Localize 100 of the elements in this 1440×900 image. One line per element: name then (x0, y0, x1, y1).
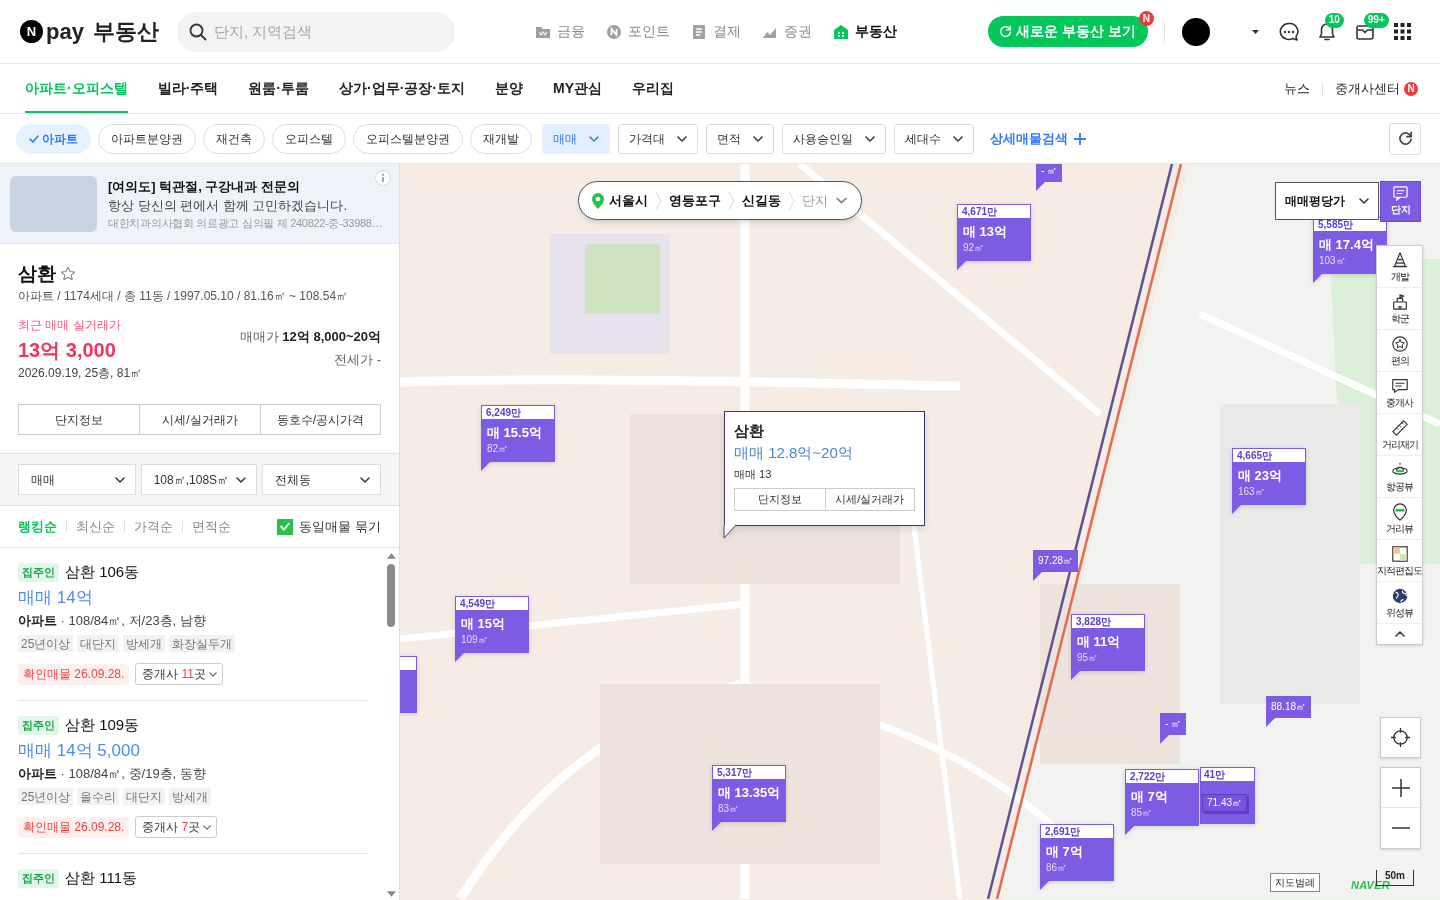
document-icon (691, 23, 707, 40)
apps-grid-icon[interactable] (1393, 23, 1411, 40)
map-tool-button[interactable]: 학군 (1377, 288, 1422, 330)
globe-icon (1390, 586, 1409, 605)
breadcrumb-bar[interactable]: 서울시 영등포구 신길동 단지 (578, 181, 862, 220)
chevron-down-icon (836, 197, 847, 204)
area-text: 86㎡ (1046, 861, 1069, 875)
filter-dropdown[interactable]: 세대수 (894, 123, 974, 154)
nav-link[interactable]: 금융 (535, 21, 585, 42)
checkbox[interactable] (277, 518, 294, 535)
filter-chip[interactable]: 아파트분양권 (98, 123, 196, 154)
layer-toggle-button[interactable]: 단지 (1380, 181, 1421, 222)
refresh-button[interactable] (1389, 122, 1421, 155)
chevron-down-icon (203, 824, 212, 830)
logo-word[interactable]: pay (46, 20, 84, 43)
check-icon (280, 522, 291, 531)
map-tool-button[interactable]: 거리재기 (1377, 414, 1422, 456)
detail-search-link[interactable]: 상세매물검색 (990, 128, 1068, 149)
unit-price-text: 41만 (1204, 769, 1226, 780)
breadcrumb-item[interactable]: 신길동 (742, 190, 781, 211)
complex-name: 삼환 (18, 262, 56, 286)
sort-option[interactable]: 면적순 (192, 516, 231, 537)
sort-option[interactable]: 최신순 (76, 516, 115, 537)
caret-icon[interactable] (1251, 29, 1259, 34)
scroll-up-icon[interactable] (386, 553, 396, 559)
map-tool-button[interactable]: 지적편집도 (1377, 540, 1422, 582)
chevron-up-icon (1394, 631, 1405, 637)
unit-price-text: 4,549만 (460, 598, 496, 609)
header-link[interactable]: 뉴스 (1284, 78, 1310, 99)
listing-title[interactable]: 삼환 111동 (65, 867, 137, 889)
category-tab[interactable]: 우리집 (632, 64, 674, 113)
area-text: 85㎡ (1131, 806, 1154, 820)
map-tool-button[interactable]: 편의 (1377, 330, 1422, 372)
filter-dropdown[interactable]: 가격대 (618, 123, 698, 154)
filter-chip[interactable]: 오피스텔분양권 (353, 123, 463, 154)
listing-price: 매매 14억 (18, 587, 94, 609)
map-tool-button[interactable]: 거리뷰 (1377, 498, 1422, 540)
scrollbar-thumb[interactable] (387, 564, 395, 627)
scroll-down-icon[interactable] (386, 891, 396, 897)
broker-count-button[interactable]: 중개사 11곳 (135, 663, 223, 685)
area-text: 83㎡ (718, 802, 741, 816)
filter-chip[interactable]: 오피스텔 (272, 123, 346, 154)
listing-title[interactable]: 삼환 106동 (65, 561, 140, 583)
select-dropdown[interactable]: 전체동 (262, 464, 381, 495)
breadcrumb-item[interactable]: 서울시 (609, 190, 648, 211)
filter-dropdown[interactable]: 면적 (706, 123, 774, 154)
plus-icon[interactable] (1074, 132, 1086, 145)
map-tool-button[interactable]: 위성뷰 (1377, 582, 1422, 624)
breadcrumb-item[interactable]: 영등포구 (669, 190, 721, 211)
star-icon[interactable] (60, 266, 76, 282)
notification-badge: 10 (1324, 12, 1344, 28)
filter-dropdown[interactable]: 매매 (542, 123, 610, 154)
nav-link[interactable]: 결제 (691, 21, 741, 42)
search-field[interactable]: 단지, 지역검색 (177, 11, 455, 52)
select-dropdown[interactable]: 매매 (18, 464, 136, 495)
ad-banner[interactable]: [여의도] 턱관절, 구강내과 전문의 항상 당신의 편에서 함께 고민하겠습니다. 대한치과의사협회 의료광고 심의필 제 240822-중-33988… (0, 164, 399, 244)
new-badge: N (1404, 81, 1418, 96)
price-type-dropdown[interactable]: 매매평당가 (1275, 182, 1379, 220)
area-text: 82㎡ (487, 442, 510, 456)
filter-chip[interactable]: 재개발 (470, 123, 532, 154)
header-link[interactable]: 중개사센터 (1335, 78, 1400, 99)
category-tab[interactable]: 원룸·투룸 (248, 64, 309, 113)
owner-tag: 집주인 (18, 715, 59, 735)
map-tool-button[interactable]: 중개사 (1377, 372, 1422, 414)
locate-button[interactable] (1380, 717, 1421, 758)
category-tab[interactable]: MY관심 (553, 64, 602, 113)
category-tab[interactable]: 빌라·주택 (157, 64, 219, 113)
map-tool-button[interactable]: 항공뷰 (1377, 456, 1422, 498)
broker-count-button[interactable]: 중개사 7곳 (135, 816, 218, 838)
map-tool-button[interactable]: 개발 (1377, 246, 1422, 288)
building-icon (833, 23, 849, 40)
filter-chip[interactable]: 재건축 (203, 123, 265, 154)
map-grid-icon (1390, 544, 1409, 563)
filter-dropdown[interactable]: 사용승인일 (782, 123, 886, 154)
area-text: - ㎡ (1165, 719, 1182, 729)
service-name[interactable]: 부동산 (92, 20, 159, 43)
feature-tag: 대단지 (77, 635, 120, 652)
area-text: 88.18㎡ (1271, 702, 1307, 712)
select-dropdown[interactable]: 108㎡,108S㎡ (140, 464, 258, 495)
avatar[interactable] (1181, 17, 1210, 46)
chevron-down-icon (114, 476, 125, 483)
nav-link[interactable]: 포인트 (606, 21, 670, 42)
nav-link[interactable]: 부동산 (833, 21, 897, 42)
chat-icon[interactable] (1278, 21, 1299, 42)
category-tab[interactable]: 상가·업무·공장·토지 (339, 64, 465, 113)
broker-label: 중개사 (142, 666, 179, 683)
area-text: 103㎡ (1319, 254, 1347, 268)
listing-spec: 아파트 · 108/84㎡, 중/19층, 동향 (18, 765, 207, 783)
ruler-icon (1390, 418, 1409, 437)
chevron-down-icon (953, 135, 963, 142)
logo-mark[interactable]: N (20, 20, 43, 43)
bell-icon[interactable] (1316, 21, 1337, 42)
recent-detail: 2026.09.19, 25층, 81㎡ (18, 365, 143, 382)
sort-option[interactable]: 가격순 (134, 516, 173, 537)
nav-link[interactable]: 증권 (762, 21, 812, 42)
legend-button[interactable]: 지도범례 (1270, 873, 1320, 892)
listing-title[interactable]: 삼환 109동 (65, 714, 140, 736)
category-tab[interactable]: 분양 (495, 64, 523, 113)
price-text: 매 23억 (1238, 467, 1284, 485)
location-pin-icon (592, 192, 604, 209)
